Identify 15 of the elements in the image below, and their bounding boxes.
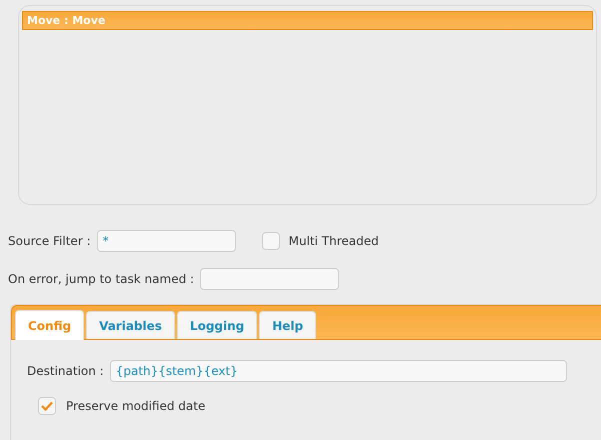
task-item[interactable]: Move : Move (22, 11, 593, 30)
task-name-field[interactable] (200, 268, 340, 290)
checkbox[interactable] (38, 397, 56, 415)
checkbox[interactable] (262, 232, 280, 250)
field-label: Destination : (27, 364, 104, 378)
destination-field[interactable]: {path}{stem}{ext} (110, 360, 567, 382)
field-label: On error, jump to task named : (8, 272, 194, 286)
tab[interactable]: Logging (176, 311, 258, 339)
checkbox-label: Preserve modified date (66, 399, 206, 413)
tab[interactable]: Help (259, 311, 316, 339)
checkbox-label: Multi Threaded (288, 234, 379, 248)
source-filter-field[interactable]: * (96, 230, 236, 252)
field-label: Source Filter : (8, 234, 91, 248)
tab[interactable]: Config (15, 310, 84, 340)
tab[interactable]: Variables (86, 311, 175, 339)
